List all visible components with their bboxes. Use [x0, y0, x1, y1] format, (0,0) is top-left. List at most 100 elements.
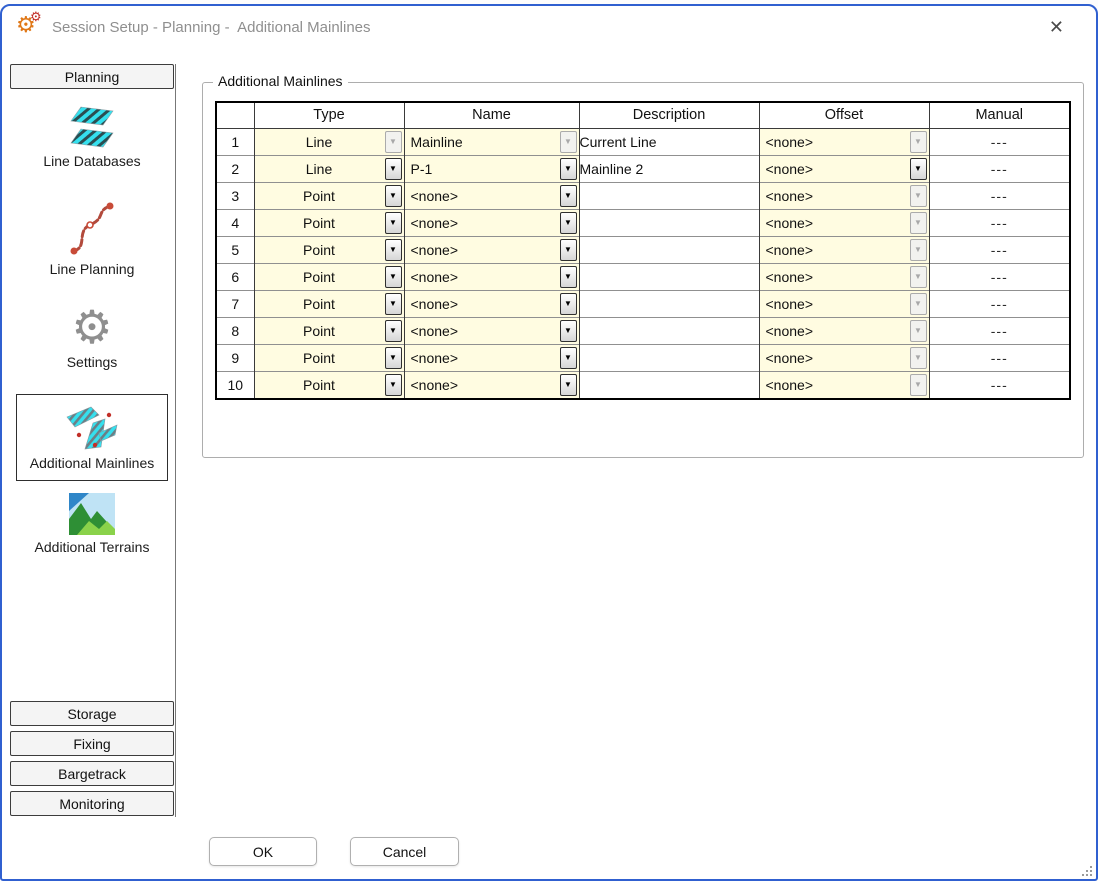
offset-cell[interactable]: <none> ▼ — [759, 209, 929, 236]
dropdown-arrow-icon[interactable]: ▼ — [910, 239, 927, 261]
description-cell[interactable] — [579, 209, 759, 236]
description-cell[interactable] — [579, 182, 759, 209]
dropdown-arrow-icon[interactable]: ▼ — [560, 293, 577, 315]
sidebar: Planning — [10, 64, 176, 817]
offset-cell[interactable]: <none> ▼ — [759, 317, 929, 344]
dropdown-arrow-icon[interactable]: ▼ — [910, 266, 927, 288]
mainlines-table-body: 1 Line ▼ Mainline ▼ Current Line <none> … — [216, 128, 1070, 399]
name-cell[interactable]: P-1 ▼ — [404, 155, 579, 182]
dropdown-arrow-icon[interactable]: ▼ — [385, 212, 402, 234]
offset-value: <none> — [760, 183, 929, 209]
table-row: 4 Point ▼ <none> ▼ <none> ▼ --- — [216, 209, 1070, 236]
dropdown-arrow-icon[interactable]: ▼ — [560, 347, 577, 369]
sidebar-item-line-databases[interactable]: Line Databases — [16, 105, 168, 171]
dropdown-arrow-icon[interactable]: ▼ — [560, 266, 577, 288]
type-cell[interactable]: Point ▼ — [254, 344, 404, 371]
row-number: 5 — [216, 236, 254, 263]
cancel-button[interactable]: Cancel — [350, 837, 459, 866]
offset-cell[interactable]: <none> ▼ — [759, 371, 929, 399]
name-cell[interactable]: Mainline ▼ — [404, 128, 579, 155]
dropdown-arrow-icon[interactable]: ▼ — [560, 131, 577, 153]
type-cell[interactable]: Point ▼ — [254, 263, 404, 290]
dropdown-arrow-icon[interactable]: ▼ — [385, 185, 402, 207]
dropdown-arrow-icon[interactable]: ▼ — [385, 158, 402, 180]
type-cell[interactable]: Point ▼ — [254, 236, 404, 263]
sidebar-item-additional-mainlines[interactable]: Additional Mainlines — [16, 394, 168, 482]
description-cell[interactable] — [579, 371, 759, 399]
description-cell[interactable] — [579, 344, 759, 371]
table-header: Type Name Description Offset Manual — [216, 102, 1070, 128]
offset-cell[interactable]: <none> ▼ — [759, 182, 929, 209]
type-cell[interactable]: Point ▼ — [254, 290, 404, 317]
description-cell[interactable] — [579, 290, 759, 317]
resize-grip[interactable] — [1080, 864, 1093, 877]
dropdown-arrow-icon[interactable]: ▼ — [385, 131, 402, 153]
dropdown-arrow-icon[interactable]: ▼ — [385, 266, 402, 288]
description-cell[interactable]: Mainline 2 — [579, 155, 759, 182]
dropdown-arrow-icon[interactable]: ▼ — [560, 239, 577, 261]
name-cell[interactable]: <none> ▼ — [404, 371, 579, 399]
sidebar-section-fixing[interactable]: Fixing — [10, 731, 174, 756]
column-header-type: Type — [254, 102, 404, 128]
name-cell[interactable]: <none> ▼ — [404, 290, 579, 317]
dropdown-arrow-icon[interactable]: ▼ — [385, 320, 402, 342]
dropdown-arrow-icon[interactable]: ▼ — [385, 293, 402, 315]
type-cell[interactable]: Line ▼ — [254, 128, 404, 155]
sidebar-section-monitoring[interactable]: Monitoring — [10, 791, 174, 816]
description-cell[interactable]: Current Line — [579, 128, 759, 155]
dropdown-arrow-icon[interactable]: ▼ — [910, 131, 927, 153]
sidebar-section-storage[interactable]: Storage — [10, 701, 174, 726]
dropdown-arrow-icon[interactable]: ▼ — [560, 158, 577, 180]
type-cell[interactable]: Point ▼ — [254, 371, 404, 399]
type-cell[interactable]: Line ▼ — [254, 155, 404, 182]
dropdown-arrow-icon[interactable]: ▼ — [910, 185, 927, 207]
row-number: 8 — [216, 317, 254, 344]
dropdown-arrow-icon[interactable]: ▼ — [560, 374, 577, 396]
dropdown-arrow-icon[interactable]: ▼ — [910, 320, 927, 342]
sidebar-bottom-sections: Storage Fixing Bargetrack Monitoring — [10, 701, 174, 817]
name-value: <none> — [405, 372, 579, 398]
name-value: <none> — [405, 183, 579, 209]
type-cell[interactable]: Point ▼ — [254, 182, 404, 209]
sidebar-item-additional-terrains[interactable]: Additional Terrains — [16, 493, 168, 557]
table-row: 1 Line ▼ Mainline ▼ Current Line <none> … — [216, 128, 1070, 155]
sidebar-section-planning[interactable]: Planning — [10, 64, 174, 89]
offset-cell[interactable]: <none> ▼ — [759, 128, 929, 155]
dropdown-arrow-icon[interactable]: ▼ — [910, 212, 927, 234]
dropdown-arrow-icon[interactable]: ▼ — [385, 239, 402, 261]
offset-cell[interactable]: <none> ▼ — [759, 344, 929, 371]
name-cell[interactable]: <none> ▼ — [404, 182, 579, 209]
offset-value: <none> — [760, 318, 929, 344]
dropdown-arrow-icon[interactable]: ▼ — [910, 347, 927, 369]
dropdown-arrow-icon[interactable]: ▼ — [385, 374, 402, 396]
type-cell[interactable]: Point ▼ — [254, 317, 404, 344]
dropdown-arrow-icon[interactable]: ▼ — [910, 293, 927, 315]
offset-cell[interactable]: <none> ▼ — [759, 236, 929, 263]
name-cell[interactable]: <none> ▼ — [404, 209, 579, 236]
description-cell[interactable] — [579, 263, 759, 290]
sidebar-section-bargetrack[interactable]: Bargetrack — [10, 761, 174, 786]
sidebar-item-settings[interactable]: ⚙ Settings — [16, 304, 168, 372]
description-cell[interactable] — [579, 236, 759, 263]
dropdown-arrow-icon[interactable]: ▼ — [910, 374, 927, 396]
name-cell[interactable]: <none> ▼ — [404, 317, 579, 344]
offset-cell[interactable]: <none> ▼ — [759, 290, 929, 317]
dropdown-arrow-icon[interactable]: ▼ — [560, 185, 577, 207]
app-gears-icon: ⚙ ⚙ — [16, 13, 44, 41]
description-cell[interactable] — [579, 317, 759, 344]
offset-cell[interactable]: <none> ▼ — [759, 155, 929, 182]
window-title: Session Setup - Planning - Additional Ma… — [52, 19, 371, 36]
type-cell[interactable]: Point ▼ — [254, 209, 404, 236]
dropdown-arrow-icon[interactable]: ▼ — [560, 212, 577, 234]
manual-cell: --- — [929, 128, 1070, 155]
dropdown-arrow-icon[interactable]: ▼ — [910, 158, 927, 180]
offset-cell[interactable]: <none> ▼ — [759, 263, 929, 290]
dropdown-arrow-icon[interactable]: ▼ — [385, 347, 402, 369]
name-cell[interactable]: <none> ▼ — [404, 236, 579, 263]
dropdown-arrow-icon[interactable]: ▼ — [560, 320, 577, 342]
close-icon[interactable]: ✕ — [1041, 15, 1072, 40]
sidebar-item-line-planning[interactable]: Line Planning — [16, 201, 168, 279]
ok-button[interactable]: OK — [209, 837, 317, 866]
name-cell[interactable]: <none> ▼ — [404, 344, 579, 371]
name-cell[interactable]: <none> ▼ — [404, 263, 579, 290]
